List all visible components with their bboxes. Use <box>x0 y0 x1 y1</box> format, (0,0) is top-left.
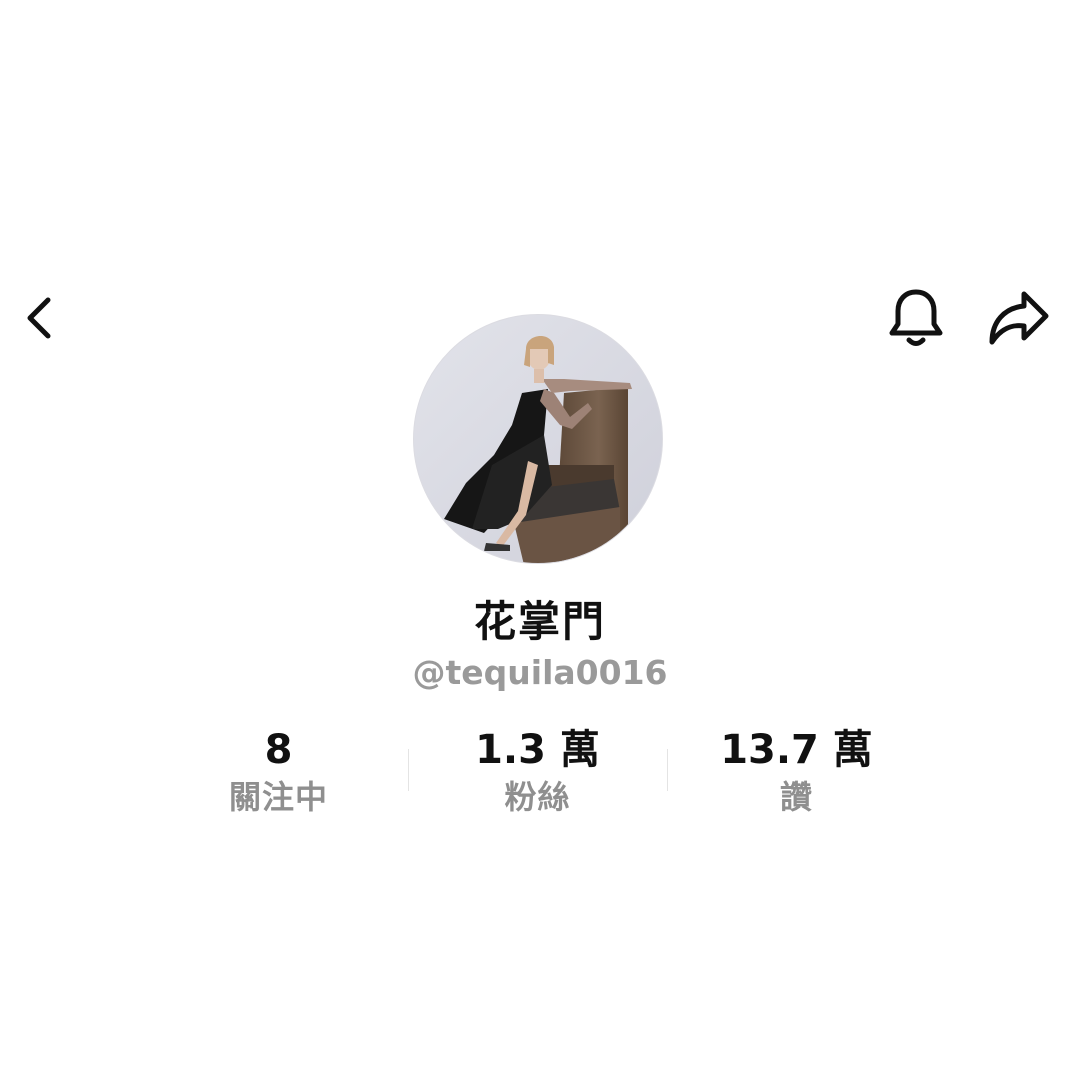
likes-stat[interactable]: 13.7 萬 讚 <box>667 725 926 825</box>
display-name: 花掌門 <box>473 597 606 646</box>
followers-label: 粉絲 <box>504 778 571 816</box>
notification-button[interactable] <box>882 286 950 354</box>
followers-stat[interactable]: 1.3 萬 粉絲 <box>408 725 667 825</box>
likes-count: 13.7 萬 <box>720 727 873 773</box>
share-arrow-icon <box>986 288 1050 352</box>
chevron-left-icon <box>22 290 62 350</box>
following-count: 8 <box>264 727 293 773</box>
followers-count: 1.3 萬 <box>475 727 600 773</box>
likes-label: 讚 <box>779 778 813 816</box>
back-button[interactable] <box>14 288 70 352</box>
avatar[interactable] <box>413 314 663 564</box>
bell-icon <box>886 286 946 354</box>
profile-stats: 8 關注中 1.3 萬 粉絲 13.7 萬 讚 <box>149 725 927 825</box>
avatar-photo <box>414 315 662 563</box>
share-button[interactable] <box>982 286 1054 354</box>
following-stat[interactable]: 8 關注中 <box>149 725 408 825</box>
following-label: 關注中 <box>228 778 328 816</box>
username-handle: @tequila0016 <box>412 653 668 692</box>
